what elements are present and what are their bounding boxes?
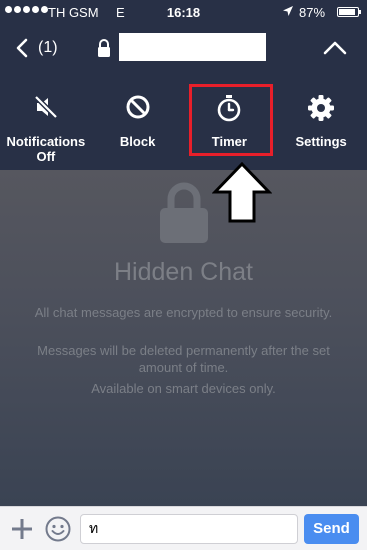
hidden-chat-menu: Notifications Off Block Timer Settings <box>0 72 367 170</box>
menu-label: Settings <box>295 134 347 149</box>
battery-percent: 87% <box>299 5 326 20</box>
muted-speaker-icon <box>34 95 58 119</box>
chevron-up-icon[interactable] <box>320 36 350 60</box>
menu-item-settings[interactable]: Settings <box>275 72 367 170</box>
menu-label: Notifications Off <box>6 134 86 164</box>
stopwatch-icon <box>218 95 241 122</box>
battery-level <box>339 9 355 15</box>
message-input-bar: Send <box>0 506 367 550</box>
block-icon <box>126 95 150 119</box>
hidden-chat-info: Hidden Chat All chat messages are encryp… <box>0 170 367 506</box>
chat-title-box <box>119 33 266 61</box>
info-text: All chat messages are encrypted to ensur… <box>34 305 333 320</box>
info-text: Messages will be deleted permanently aft… <box>37 343 330 375</box>
chevron-left-icon <box>16 38 28 58</box>
send-button[interactable]: Send <box>304 514 359 544</box>
gear-icon <box>308 95 335 121</box>
battery-icon <box>337 7 361 17</box>
lock-icon <box>160 182 208 243</box>
menu-item-block[interactable]: Block <box>92 72 184 170</box>
unread-count: (1) <box>38 39 58 56</box>
smiley-icon[interactable] <box>45 516 71 542</box>
up-arrow-icon <box>212 162 272 223</box>
menu-item-notifications-off[interactable]: Notifications Off <box>0 72 92 170</box>
location-arrow-icon <box>283 6 293 16</box>
plus-icon[interactable] <box>10 517 34 541</box>
menu-label: Block <box>119 134 156 149</box>
menu-item-timer[interactable]: Timer <box>184 72 276 170</box>
info-text: Available on smart devices only. <box>91 381 276 396</box>
back-button[interactable]: (1) <box>16 34 58 62</box>
message-input[interactable] <box>80 514 298 544</box>
menu-label: Timer <box>211 134 247 149</box>
lock-icon <box>98 39 110 57</box>
hidden-chat-title: Hidden Chat <box>114 258 253 286</box>
nav-bar: (1) <box>0 24 367 72</box>
status-bar: TH GSM E 16:18 87% <box>0 0 367 24</box>
